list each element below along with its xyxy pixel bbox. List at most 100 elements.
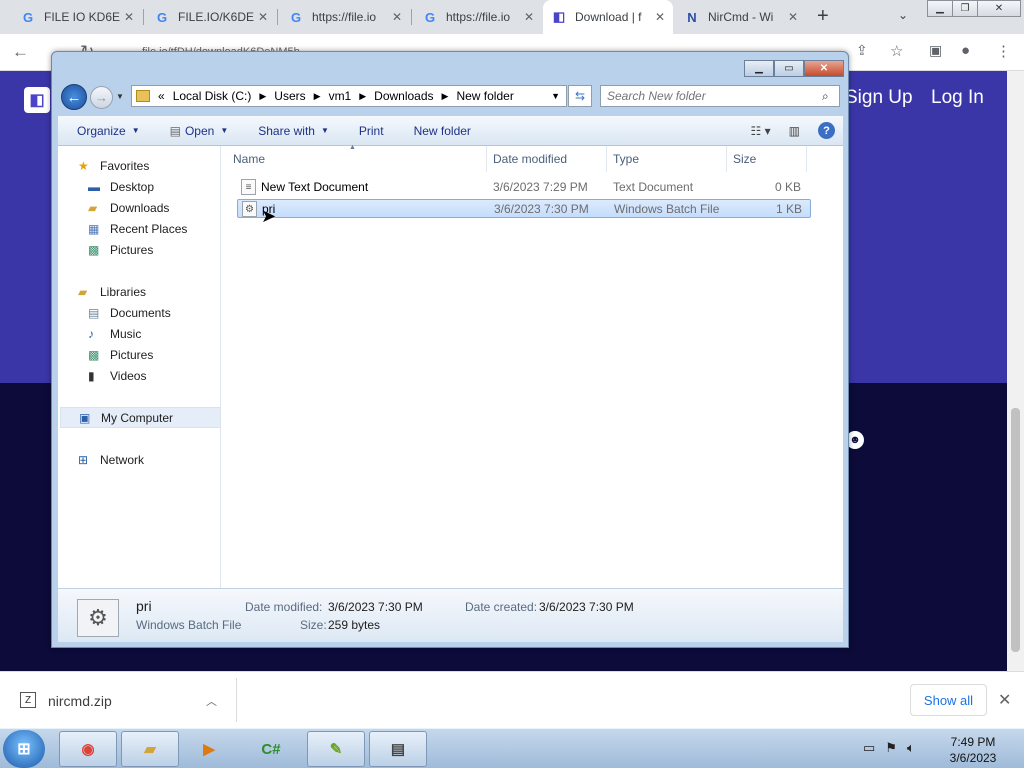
mouse-cursor-icon: ➤ bbox=[261, 206, 277, 226]
google-icon: G bbox=[424, 9, 436, 25]
close-tab-icon[interactable]: ✕ bbox=[258, 10, 268, 24]
chevron-up-icon[interactable]: ︿ bbox=[206, 693, 217, 709]
browser-tab-strip: G FILE IO KD6E ✕ G FILE.IO/K6DE ✕ G http… bbox=[0, 0, 1024, 34]
column-header-date-modified[interactable]: Date modified bbox=[487, 146, 607, 172]
chevron-down-icon: ▼ bbox=[220, 126, 229, 135]
sign-up-link[interactable]: Sign Up bbox=[845, 87, 913, 109]
batch-window-taskbar-icon[interactable]: ▤ bbox=[369, 731, 427, 767]
breadcrumb-overflow[interactable]: « bbox=[158, 89, 165, 103]
column-header-size[interactable]: Size bbox=[727, 146, 807, 172]
breadcrumb-vm1[interactable]: vm1 bbox=[329, 89, 352, 103]
notepad-plus-taskbar-icon[interactable]: ✎ bbox=[307, 731, 365, 767]
close-tab-icon[interactable]: ✕ bbox=[788, 10, 798, 24]
zip-file-icon: Z bbox=[20, 692, 36, 708]
explorer-body: ★ Favorites ▬ Desktop ▰ Downloads ▦ Recent P… bbox=[58, 144, 843, 588]
flag-tray-icon[interactable]: ⚑ bbox=[885, 740, 897, 756]
table-row[interactable]: ≡ New Text Document 3/6/2023 7:29 PM Tex… bbox=[237, 178, 811, 197]
breadcrumb-downloads[interactable]: Downloads bbox=[374, 89, 433, 103]
breadcrumb-arrow-icon[interactable]: ▶ bbox=[359, 91, 366, 102]
back-arrow-icon[interactable]: ← bbox=[12, 42, 29, 62]
file-io-logo-icon[interactable]: ◧ bbox=[24, 87, 50, 113]
computer-icon: ▣ bbox=[79, 410, 91, 425]
windows-start-icon[interactable]: ⊞ bbox=[3, 730, 45, 768]
close-window-icon[interactable]: ✕ bbox=[804, 60, 844, 77]
details-pane: ⚙ pri Windows Batch File Date modified: … bbox=[58, 588, 843, 642]
breadcrumb-arrow-icon[interactable]: ▶ bbox=[442, 91, 449, 102]
new-folder-button[interactable]: New folder bbox=[414, 124, 471, 138]
tab-nircmd[interactable]: N NirCmd - Wi ✕ bbox=[676, 0, 806, 34]
film-strip-icon: ▮ bbox=[88, 368, 95, 383]
side-panel-icon[interactable]: ▣ bbox=[929, 42, 942, 59]
system-tray: ▭ ⚑ 🔈︎ bbox=[863, 740, 915, 756]
new-tab-button[interactable]: + bbox=[817, 5, 829, 28]
network-tray-icon[interactable]: ▭ bbox=[863, 740, 875, 756]
share-icon[interactable]: ⇪ bbox=[856, 42, 868, 59]
breadcrumb-arrow-icon[interactable]: ▶ bbox=[314, 91, 321, 102]
close-tab-icon[interactable]: ✕ bbox=[124, 10, 134, 24]
nav-favorites[interactable]: ★ Favorites bbox=[78, 155, 239, 176]
refresh-icon[interactable]: ⇆ bbox=[568, 85, 592, 107]
file-list[interactable]: ▲ Name Date modified Type Size ≡ New Tex… bbox=[221, 144, 843, 588]
close-browser-icon[interactable]: ✕ bbox=[977, 0, 1021, 17]
share-with-button[interactable]: Share with ▼ bbox=[258, 124, 329, 138]
nav-network[interactable]: ⊞ Network bbox=[78, 449, 239, 470]
organize-button[interactable]: Organize ▼ bbox=[77, 124, 140, 138]
tab-file-io-kd6e[interactable]: G FILE IO KD6E ✕ bbox=[12, 0, 142, 34]
tab-https-file-io-1[interactable]: G https://file.io ✕ bbox=[280, 0, 410, 34]
minimize-window-icon[interactable]: ▁ bbox=[744, 60, 774, 77]
breadcrumb-local-disk[interactable]: Local Disk (C:) bbox=[173, 89, 252, 103]
show-all-button[interactable]: Show all bbox=[910, 684, 987, 716]
folder-icon bbox=[136, 90, 150, 102]
text-document-icon: ≡ bbox=[241, 179, 256, 195]
chevron-down-icon: ▼ bbox=[320, 126, 329, 135]
details-date-modified: 3/6/2023 7:30 PM bbox=[328, 600, 423, 614]
tab-search-chevron-icon[interactable]: ⌄ bbox=[898, 8, 908, 22]
column-header-type[interactable]: Type bbox=[607, 146, 727, 172]
log-in-link[interactable]: Log In bbox=[931, 87, 984, 109]
profile-icon[interactable]: ● bbox=[961, 42, 970, 59]
chrome-taskbar-icon[interactable]: ◉ bbox=[59, 731, 117, 767]
explorer-back-icon[interactable]: ← bbox=[61, 84, 87, 110]
tab-download-file-io[interactable]: ◧ Download | f ✕ bbox=[543, 0, 673, 34]
breadcrumb[interactable]: « Local Disk (C:) ▶ Users ▶ vm1 ▶ Downlo… bbox=[131, 85, 567, 107]
search-input[interactable] bbox=[600, 85, 840, 107]
divider bbox=[236, 678, 237, 722]
details-size-label: Size: bbox=[300, 618, 327, 632]
csharp-taskbar-icon[interactable]: C# bbox=[245, 731, 297, 767]
table-row[interactable]: ⚙ pri 3/6/2023 7:30 PM Windows Batch Fil… bbox=[237, 199, 811, 218]
explorer-taskbar-icon[interactable]: ▰ bbox=[121, 731, 179, 767]
change-view-icon[interactable]: ☷ ▾ bbox=[751, 124, 771, 138]
media-player-taskbar-icon[interactable]: ▶ bbox=[183, 731, 235, 767]
column-header-name[interactable]: Name bbox=[227, 146, 487, 172]
bookmark-star-icon[interactable]: ☆ bbox=[890, 42, 903, 60]
clock[interactable]: 7:49 PM 3/6/2023 bbox=[938, 734, 1008, 766]
download-item[interactable]: nircmd.zip bbox=[48, 693, 112, 709]
breadcrumb-new-folder[interactable]: New folder bbox=[456, 89, 513, 103]
nav-my-computer[interactable]: ▣ My Computer bbox=[60, 407, 221, 428]
close-tab-icon[interactable]: ✕ bbox=[655, 10, 665, 24]
pictures-icon: ▩ bbox=[88, 347, 100, 362]
documents-icon: ▤ bbox=[88, 305, 100, 320]
help-icon[interactable]: ? bbox=[818, 122, 835, 139]
nav-libraries[interactable]: ▰ Libraries bbox=[78, 281, 239, 302]
minimize-browser-icon[interactable]: ▁ bbox=[927, 0, 953, 17]
close-tab-icon[interactable]: ✕ bbox=[392, 10, 402, 24]
open-button[interactable]: ▤ Open ▼ bbox=[170, 124, 229, 138]
breadcrumb-users[interactable]: Users bbox=[274, 89, 305, 103]
menu-kebab-icon[interactable]: ⋮ bbox=[996, 42, 1011, 60]
recent-pages-chevron-icon[interactable]: ▼ bbox=[116, 92, 124, 101]
close-tab-icon[interactable]: ✕ bbox=[524, 10, 534, 24]
page-scrollbar-thumb[interactable] bbox=[1011, 408, 1020, 652]
breadcrumb-arrow-icon[interactable]: ▶ bbox=[259, 91, 266, 102]
address-dropdown-icon[interactable]: ▼ bbox=[551, 91, 560, 101]
tab-file-io-k6de[interactable]: G FILE.IO/K6DE ✕ bbox=[146, 0, 276, 34]
maximize-window-icon[interactable]: ▭ bbox=[774, 60, 804, 77]
close-download-bar-icon[interactable]: ✕ bbox=[998, 690, 1011, 710]
explorer-forward-icon[interactable]: → bbox=[90, 86, 113, 109]
tab-https-file-io-2[interactable]: G https://file.io ✕ bbox=[414, 0, 542, 34]
volume-icon[interactable]: 🔈︎ bbox=[907, 740, 915, 756]
print-button[interactable]: Print bbox=[359, 124, 384, 138]
restore-browser-icon[interactable]: ❐ bbox=[952, 0, 978, 17]
preview-pane-icon[interactable]: ▥ bbox=[789, 124, 800, 138]
search-icon[interactable]: ⌕ bbox=[822, 89, 829, 104]
